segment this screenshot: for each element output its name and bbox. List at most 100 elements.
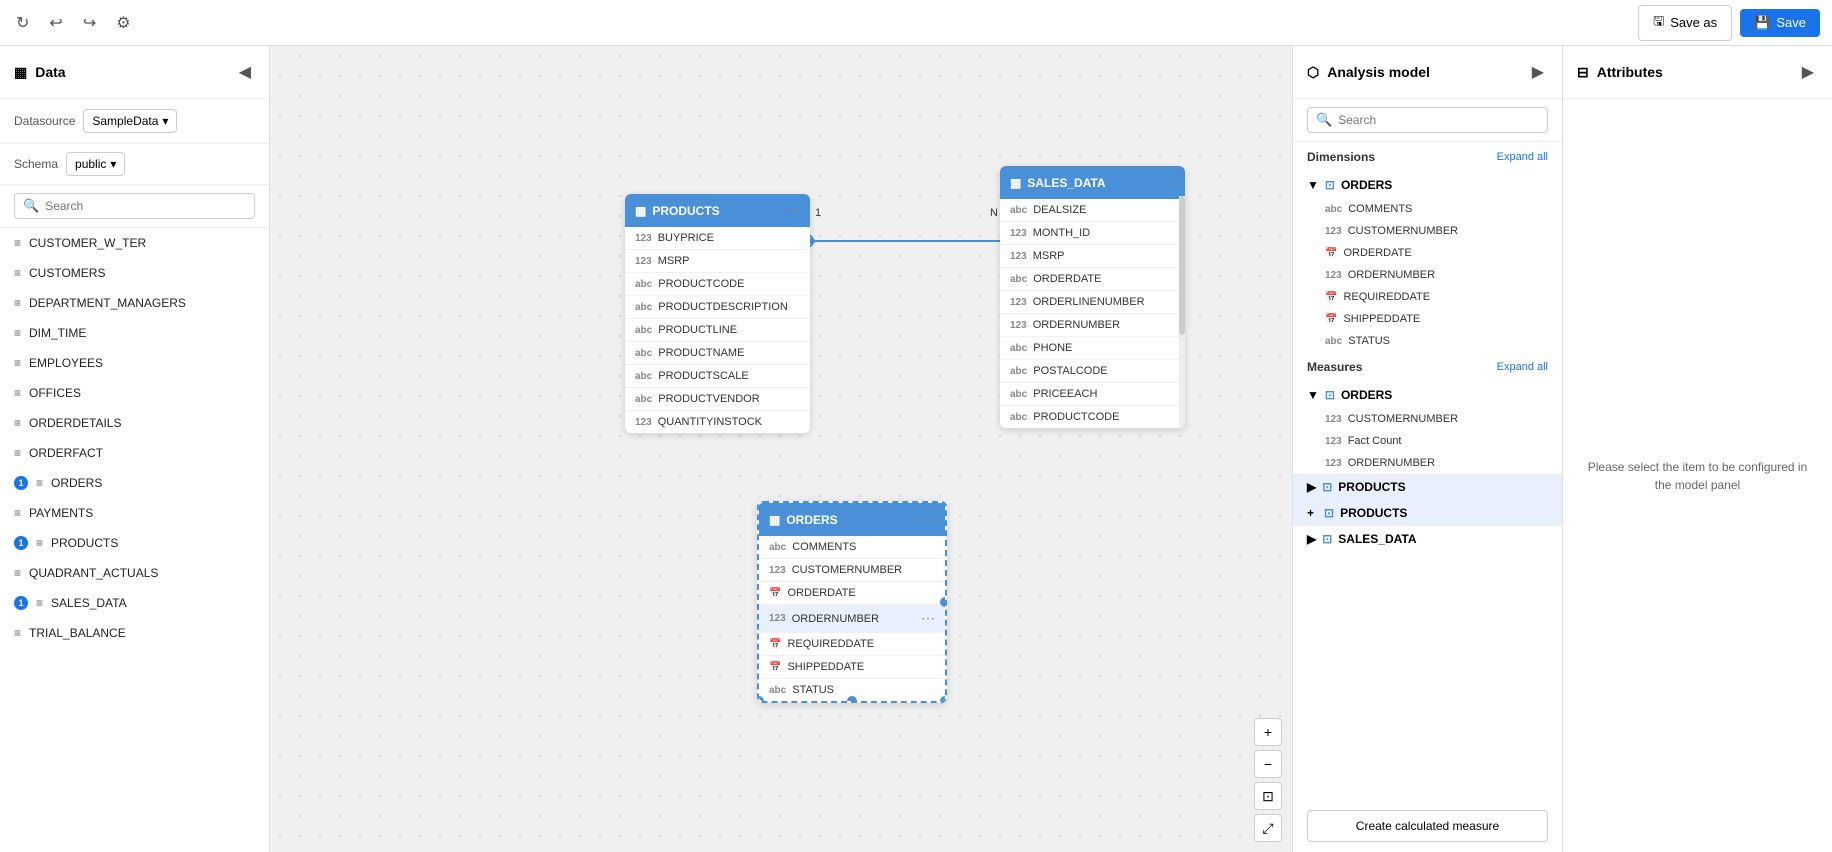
table-item[interactable]: ≡PAYMENTS: [0, 498, 269, 528]
tree-item[interactable]: 123CUSTOMERNUMBER: [1293, 220, 1562, 242]
tree-item[interactable]: 📅REQUIREDDATE: [1293, 286, 1562, 308]
tree-item[interactable]: abcSTATUS: [1293, 330, 1562, 352]
table-item[interactable]: 1≡ORDERS: [0, 468, 269, 498]
tree-group-header[interactable]: ▼⊡ORDERS: [1293, 172, 1562, 198]
redo-button[interactable]: ↪: [79, 9, 100, 37]
chevron-down-icon: ▾: [162, 114, 168, 128]
dimensions-expand-all[interactable]: Expand all: [1497, 151, 1548, 163]
settings-button[interactable]: ⚙: [112, 9, 134, 37]
tree-item[interactable]: 123CUSTOMERNUMBER: [1293, 408, 1562, 430]
table-icon: ≡: [14, 356, 21, 370]
zoom-reset-button[interactable]: ⤢: [1254, 814, 1282, 842]
tree-group-header[interactable]: ▶⊡PRODUCTS: [1293, 474, 1562, 500]
card-field-row[interactable]: 📅SHIPPEDDATE: [759, 656, 945, 679]
tree-item[interactable]: 📅ORDERDATE: [1293, 242, 1562, 264]
card-field-row[interactable]: 123ORDERNUMBER⋯: [759, 605, 945, 633]
orders-card-more[interactable]: ⋯: [921, 511, 935, 528]
collapse-attributes-button[interactable]: ▶: [1798, 58, 1818, 86]
card-field-row[interactable]: abcPRODUCTCODE: [625, 273, 810, 296]
card-field-row[interactable]: abcDEALSIZE: [1000, 199, 1185, 222]
card-field-row[interactable]: 123MSRP: [625, 250, 810, 273]
measures-expand-all[interactable]: Expand all: [1497, 361, 1548, 373]
table-item[interactable]: ≡OFFICES: [0, 378, 269, 408]
handle-bl[interactable]: [757, 696, 764, 703]
card-field-row[interactable]: 123ORDERLINENUMBER: [1000, 291, 1185, 314]
refresh-button[interactable]: ↻: [12, 9, 33, 37]
tree-group-header[interactable]: ▶⊡SALES_DATA: [1293, 526, 1562, 552]
table-item[interactable]: ≡TRIAL_BALANCE: [0, 618, 269, 648]
save-as-icon: 🖫: [1653, 12, 1664, 34]
table-icon: ≡: [14, 566, 21, 580]
zoom-out-button[interactable]: −: [1254, 750, 1282, 778]
table-item[interactable]: ≡DEPARTMENT_MANAGERS: [0, 288, 269, 318]
analysis-search-input[interactable]: [1338, 113, 1539, 127]
tree-item-name: CUSTOMERNUMBER: [1348, 225, 1458, 237]
tree-item-name: COMMENTS: [1348, 203, 1412, 215]
handle-br[interactable]: [940, 696, 947, 703]
handle-mr[interactable]: [940, 597, 947, 607]
table-item[interactable]: 1≡SALES_DATA: [0, 588, 269, 618]
tree-group-expand[interactable]: +⊡PRODUCTS: [1293, 500, 1562, 526]
card-field-row[interactable]: 📅ORDERDATE: [759, 582, 945, 605]
schema-select[interactable]: public ▾: [66, 152, 125, 176]
tree-item[interactable]: abcCOMMENTS: [1293, 198, 1562, 220]
collapse-icon: ▼: [1307, 178, 1319, 192]
measures-label: Measures: [1307, 360, 1362, 374]
field-type: 123: [635, 233, 652, 244]
tree-item[interactable]: 123ORDERNUMBER: [1293, 452, 1562, 474]
tree-group-header[interactable]: ▼⊡ORDERS: [1293, 382, 1562, 408]
card-field-row[interactable]: 123ORDERNUMBER: [1000, 314, 1185, 337]
scrollbar-thumb[interactable]: [1179, 196, 1185, 335]
card-field-row[interactable]: abcORDERDATE: [1000, 268, 1185, 291]
card-field-row[interactable]: abcPOSTALCODE: [1000, 360, 1185, 383]
table-item[interactable]: ≡DIM_TIME: [0, 318, 269, 348]
scrollbar-track: [1179, 196, 1185, 428]
zoom-in-button[interactable]: +: [1254, 718, 1282, 746]
table-item[interactable]: ≡ORDERDETAILS: [0, 408, 269, 438]
table-item[interactable]: ≡QUADRANT_ACTUALS: [0, 558, 269, 588]
card-field-row[interactable]: abcPRODUCTSCALE: [625, 365, 810, 388]
table-item[interactable]: ≡ORDERFACT: [0, 438, 269, 468]
table-icon: ≡: [14, 236, 21, 250]
products-card-more[interactable]: ⋯: [786, 202, 800, 219]
card-field-row[interactable]: abcPHONE: [1000, 337, 1185, 360]
orders-card-body: abcCOMMENTS123CUSTOMERNUMBER📅ORDERDATE12…: [759, 536, 945, 701]
save-button[interactable]: 💾 Save: [1740, 9, 1820, 37]
create-calculated-measure-button[interactable]: Create calculated measure: [1307, 810, 1548, 842]
handle-bm[interactable]: [847, 696, 857, 703]
table-item[interactable]: 1≡PRODUCTS: [0, 528, 269, 558]
handle-tr[interactable]: [940, 501, 947, 508]
card-field-row[interactable]: abcPRODUCTDESCRIPTION: [625, 296, 810, 319]
tree-item[interactable]: 123ORDERNUMBER: [1293, 264, 1562, 286]
save-as-button[interactable]: 🖫 Save as: [1638, 5, 1732, 41]
collapse-left-button[interactable]: ◀: [235, 58, 255, 86]
card-field-row[interactable]: abcPRODUCTVENDOR: [625, 388, 810, 411]
card-field-row[interactable]: 123QUANTITYINSTOCK: [625, 411, 810, 433]
datasource-select[interactable]: SampleData ▾: [83, 109, 177, 133]
card-field-row[interactable]: abcPRICEEACH: [1000, 383, 1185, 406]
field-type: 123: [1010, 251, 1027, 262]
undo-button[interactable]: ↩: [45, 9, 66, 37]
card-field-row[interactable]: 123MONTH_ID: [1000, 222, 1185, 245]
card-field-row[interactable]: abcPRODUCTLINE: [625, 319, 810, 342]
tree-item[interactable]: 📅SHIPPEDDATE: [1293, 308, 1562, 330]
card-field-row[interactable]: 123MSRP: [1000, 245, 1185, 268]
collapse-analysis-button[interactable]: ▶: [1528, 58, 1548, 86]
table-item[interactable]: ≡EMPLOYEES: [0, 348, 269, 378]
card-field-row[interactable]: abcCOMMENTS: [759, 536, 945, 559]
tree-item[interactable]: 123Fact Count: [1293, 430, 1562, 452]
card-field-row[interactable]: 📅REQUIREDDATE: [759, 633, 945, 656]
products-card-body: 123BUYPRICE123MSRPabcPRODUCTCODEabcPRODU…: [625, 227, 810, 433]
left-search-input[interactable]: [45, 199, 246, 213]
card-field-row[interactable]: 123CUSTOMERNUMBER: [759, 559, 945, 582]
card-field-row[interactable]: 123BUYPRICE: [625, 227, 810, 250]
field-more[interactable]: ⋯: [921, 610, 935, 627]
table-item[interactable]: ≡CUSTOMERS: [0, 258, 269, 288]
table-name: ORDERFACT: [29, 446, 103, 460]
card-field-row[interactable]: abcPRODUCTNAME: [625, 342, 810, 365]
table-item[interactable]: ≡CUSTOMER_W_TER: [0, 228, 269, 258]
sales-data-card-more[interactable]: ⋯: [1161, 174, 1175, 191]
zoom-fit-button[interactable]: ⊡: [1254, 782, 1282, 810]
card-field-row[interactable]: abcPRODUCTCODE: [1000, 406, 1185, 428]
tree-type: 📅: [1325, 314, 1337, 325]
